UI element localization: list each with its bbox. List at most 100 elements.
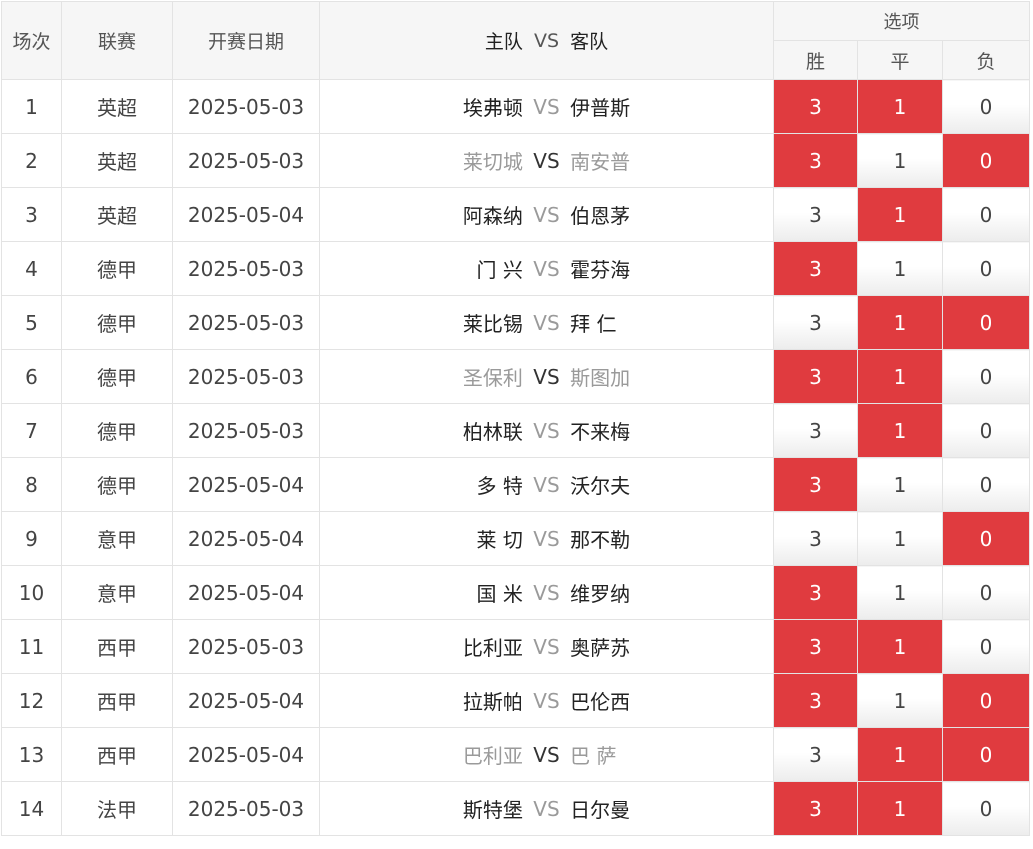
league: 德甲	[61, 403, 173, 458]
match-teams: 比利亚 VS 奥萨苏	[319, 619, 774, 674]
option-win-selected[interactable]: 3	[773, 781, 858, 836]
option-draw-selected[interactable]: 1	[857, 781, 943, 836]
league: 英超	[61, 133, 173, 188]
match-row: 7 德甲 2025-05-03 柏林联 VS 不来梅 3 1 0	[1, 403, 1031, 458]
match-teams: 莱比锡 VS 拜 仁	[319, 295, 774, 350]
away-team: 伯恩茅	[570, 204, 631, 228]
option-loss[interactable]: 0	[941, 187, 1031, 242]
option-draw[interactable]: 1	[857, 565, 943, 620]
match-number: 14	[1, 781, 62, 836]
vs-label: VS	[533, 526, 560, 551]
match-teams: 多 特 VS 沃尔夫	[319, 457, 774, 512]
option-win-selected[interactable]: 3	[773, 349, 858, 404]
match-rows: 1 英超 2025-05-03 埃弗顿 VS 伊普斯 3 1 0 2 英超 20…	[1, 79, 1031, 836]
home-team: 门 兴	[476, 258, 523, 282]
home-team: 柏林联	[462, 420, 523, 444]
league: 意甲	[61, 511, 173, 566]
match-teams: 巴利亚 VS 巴 萨	[319, 727, 774, 782]
match-number: 9	[1, 511, 62, 566]
option-loss[interactable]: 0	[941, 457, 1031, 512]
away-team: 不来梅	[570, 420, 631, 444]
home-team: 莱切城	[462, 150, 523, 174]
match-teams: 国 米 VS 维罗纳	[319, 565, 774, 620]
vs-label: VS	[533, 364, 560, 389]
option-loss[interactable]: 0	[941, 781, 1031, 836]
option-win[interactable]: 3	[773, 727, 858, 782]
match-teams: 埃弗顿 VS 伊普斯	[319, 79, 774, 134]
option-win-selected[interactable]: 3	[773, 619, 858, 674]
match-number: 10	[1, 565, 62, 620]
option-draw-selected[interactable]: 1	[857, 295, 943, 350]
option-draw[interactable]: 1	[857, 457, 943, 512]
option-loss-selected[interactable]: 0	[941, 133, 1031, 188]
option-win-selected[interactable]: 3	[773, 673, 858, 728]
match-row: 14 法甲 2025-05-03 斯特堡 VS 日尔曼 3 1 0	[1, 781, 1031, 836]
option-draw-selected[interactable]: 1	[857, 403, 943, 458]
header-win: 胜	[773, 40, 858, 80]
option-draw-selected[interactable]: 1	[857, 727, 943, 782]
option-draw-selected[interactable]: 1	[857, 349, 943, 404]
match-teams: 斯特堡 VS 日尔曼	[319, 781, 774, 836]
option-win-selected[interactable]: 3	[773, 79, 858, 134]
option-win-selected[interactable]: 3	[773, 457, 858, 512]
league: 西甲	[61, 727, 173, 782]
match-teams: 拉斯帕 VS 巴伦西	[319, 673, 774, 728]
option-loss[interactable]: 0	[941, 619, 1031, 674]
option-win-selected[interactable]: 3	[773, 241, 858, 296]
away-team: 奥萨苏	[570, 636, 631, 660]
home-team: 国 米	[476, 582, 523, 606]
option-loss-selected[interactable]: 0	[941, 673, 1031, 728]
option-draw-selected[interactable]: 1	[857, 187, 943, 242]
away-team: 沃尔夫	[570, 474, 631, 498]
option-loss-selected[interactable]: 0	[941, 295, 1031, 350]
header-home: 主队	[484, 31, 523, 53]
league: 德甲	[61, 457, 173, 512]
match-number: 7	[1, 403, 62, 458]
option-loss[interactable]: 0	[941, 349, 1031, 404]
option-draw[interactable]: 1	[857, 133, 943, 188]
match-date: 2025-05-04	[172, 565, 320, 620]
vs-label: VS	[533, 634, 560, 659]
home-team: 莱比锡	[462, 312, 523, 336]
option-draw[interactable]: 1	[857, 241, 943, 296]
match-date: 2025-05-04	[172, 457, 320, 512]
match-teams: 柏林联 VS 不来梅	[319, 403, 774, 458]
match-row: 1 英超 2025-05-03 埃弗顿 VS 伊普斯 3 1 0	[1, 79, 1031, 134]
option-win[interactable]: 3	[773, 511, 858, 566]
option-win-selected[interactable]: 3	[773, 133, 858, 188]
home-team: 阿森纳	[462, 204, 523, 228]
away-team: 霍芬海	[570, 258, 631, 282]
home-team: 圣保利	[462, 366, 523, 390]
vs-label: VS	[533, 688, 560, 713]
option-win-selected[interactable]: 3	[773, 565, 858, 620]
option-draw-selected[interactable]: 1	[857, 79, 943, 134]
option-loss[interactable]: 0	[941, 79, 1031, 134]
option-draw[interactable]: 1	[857, 511, 943, 566]
match-date: 2025-05-04	[172, 187, 320, 242]
match-number: 12	[1, 673, 62, 728]
option-draw[interactable]: 1	[857, 673, 943, 728]
header-match: 主队 VS 客队	[319, 1, 774, 80]
match-row: 5 德甲 2025-05-03 莱比锡 VS 拜 仁 3 1 0	[1, 295, 1031, 350]
match-number: 2	[1, 133, 62, 188]
option-loss[interactable]: 0	[941, 403, 1031, 458]
header-away: 客队	[570, 31, 609, 53]
match-number: 4	[1, 241, 62, 296]
match-teams: 莱 切 VS 那不勒	[319, 511, 774, 566]
match-row: 11 西甲 2025-05-03 比利亚 VS 奥萨苏 3 1 0	[1, 619, 1031, 674]
league: 英超	[61, 79, 173, 134]
away-team: 巴 萨	[570, 744, 617, 768]
option-loss-selected[interactable]: 0	[941, 511, 1031, 566]
league: 意甲	[61, 565, 173, 620]
match-row: 4 德甲 2025-05-03 门 兴 VS 霍芬海 3 1 0	[1, 241, 1031, 296]
option-win[interactable]: 3	[773, 187, 858, 242]
option-draw-selected[interactable]: 1	[857, 619, 943, 674]
match-date: 2025-05-03	[172, 79, 320, 134]
option-win[interactable]: 3	[773, 403, 858, 458]
option-loss-selected[interactable]: 0	[941, 727, 1031, 782]
home-team: 莱 切	[476, 528, 523, 552]
vs-label: VS	[533, 310, 560, 335]
option-loss[interactable]: 0	[941, 241, 1031, 296]
option-loss[interactable]: 0	[941, 565, 1031, 620]
option-win[interactable]: 3	[773, 295, 858, 350]
